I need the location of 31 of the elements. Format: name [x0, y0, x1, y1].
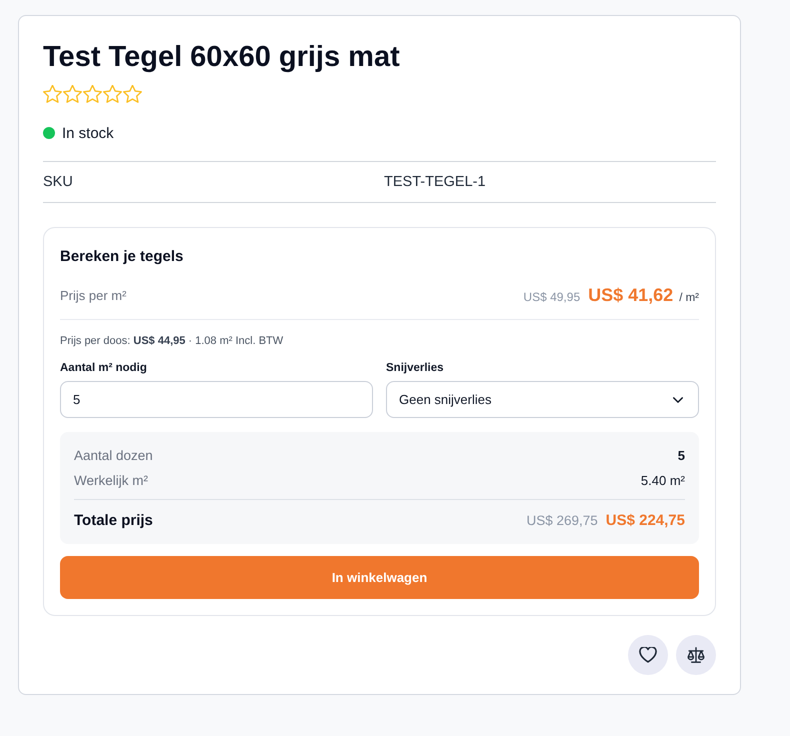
chevron-down-icon — [672, 396, 684, 404]
dropdown-field[interactable]: Geen snijverlies — [386, 381, 699, 418]
spec-label: SKU — [43, 174, 73, 190]
summary-label: Werkelijk m² — [74, 473, 148, 488]
stock-status: In stock — [62, 124, 114, 142]
compare-button[interactable] — [676, 635, 716, 675]
quantity-field[interactable]: 5 — [60, 381, 373, 418]
price-label: Prijs per m² — [60, 288, 126, 302]
summary-value: 5 — [678, 448, 685, 463]
total-price: US$ 224,75 — [606, 512, 685, 528]
old-price: US$ 49,95 — [523, 290, 580, 304]
field-label: Snijverlies — [386, 361, 444, 375]
heart-icon — [639, 647, 657, 663]
field-label: Aantal m² nodig — [60, 361, 147, 375]
scale-icon — [687, 647, 705, 663]
spec-value: TEST-TEGEL-1 — [384, 174, 486, 190]
current-price: US$ 41,62 — [588, 284, 674, 306]
product-title: Test Tegel 60x60 grijs mat — [43, 40, 400, 75]
star-icon — [63, 85, 82, 103]
summary-value: 5.40 m² — [640, 473, 685, 488]
calculator-title: Bereken je tegels — [60, 247, 184, 267]
wishlist-button[interactable] — [628, 635, 668, 675]
price-unit: / m² — [679, 292, 699, 304]
summary-label: Aantal dozen — [74, 448, 153, 463]
old-total-price: US$ 269,75 — [526, 512, 598, 528]
star-icon — [43, 85, 62, 103]
star-icon — [83, 85, 102, 103]
total-label: Totale prijs — [74, 512, 153, 528]
star-icon — [103, 85, 122, 103]
star-icon — [123, 85, 142, 103]
price-per-box-note: Prijs per doos: US$ 44,95 · 1.08 m² Incl. BTW — [60, 334, 284, 349]
